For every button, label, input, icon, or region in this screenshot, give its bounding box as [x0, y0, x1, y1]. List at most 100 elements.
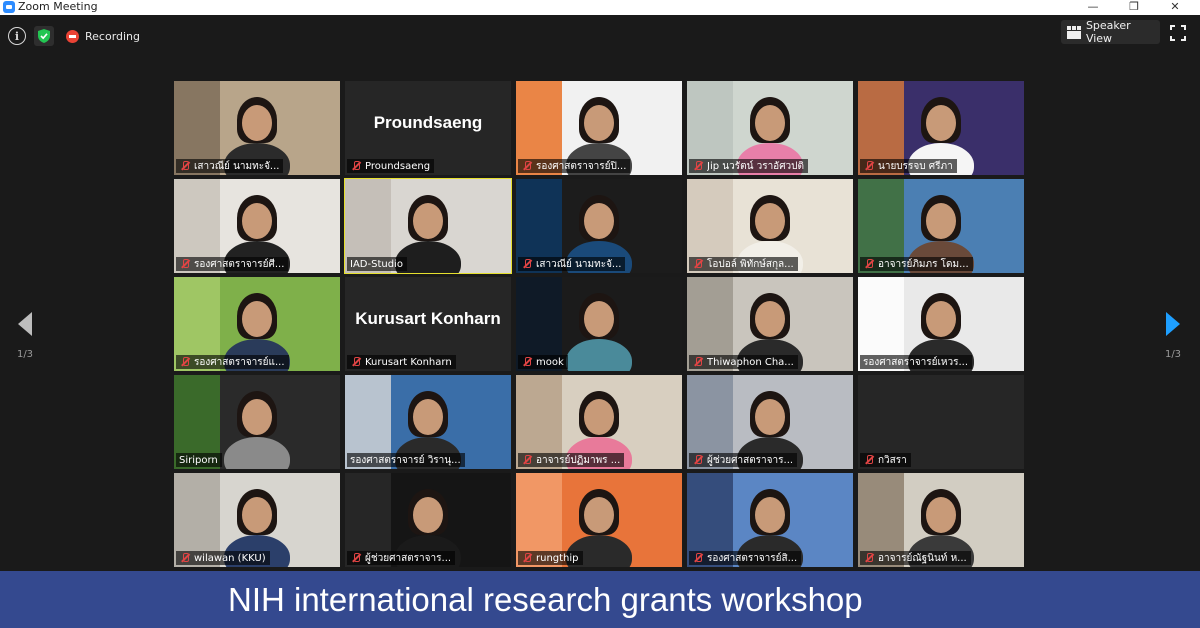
participant-tile[interactable]: Proundsaeng Proundsaeng [345, 81, 511, 175]
mic-muted-icon [179, 357, 191, 367]
participant-tile[interactable]: ผู้ช่วยศาสตราจาร... [687, 375, 853, 469]
participant-label: รองศาสตราจารย์เหวร... [860, 355, 973, 369]
mic-muted-icon [863, 455, 875, 465]
participant-label: Thiwaphon Cha... [689, 355, 798, 369]
participant-label: รองศาสตราจารย์ปิ... [518, 159, 631, 173]
participant-label: อาจารย์ปฏิมาพร ... [518, 453, 625, 467]
mic-muted-icon [863, 259, 875, 269]
participant-tile[interactable]: ผู้ช่วยศาสตราจาร... [345, 473, 511, 567]
participant-tile[interactable]: รองศาสตราจารย์แ... [174, 277, 340, 371]
mic-muted-icon [521, 357, 533, 367]
participant-label: ผู้ช่วยศาสตราจาร... [347, 551, 456, 565]
participant-tile[interactable]: รองศาสตราจารย์ศี... [174, 179, 340, 273]
participant-name: Kurusart Konharn [365, 356, 452, 368]
participant-label: โอปอล์ พิทักษ์สกุล... [689, 257, 798, 271]
mic-muted-icon [350, 553, 362, 563]
participant-name: รองศาสตราจารย์ปิ... [536, 160, 627, 172]
speaker-view-icon [1067, 26, 1081, 39]
participant-label: รองศาสตราจารย์สิ... [689, 551, 802, 565]
participant-tile[interactable]: นายบรรจบ ศรีภา [858, 81, 1024, 175]
participant-label: Siriporn [176, 453, 222, 467]
participant-label: กวิสรา [860, 453, 911, 467]
window-title: Zoom Meeting [18, 0, 98, 13]
participant-name: Siriporn [179, 454, 218, 466]
participant-tile[interactable]: อาจารย์ภิมภร โดม... [858, 179, 1024, 273]
participant-tile[interactable]: รองศาสตราจารย์ วิรานุ... [345, 375, 511, 469]
mic-muted-icon [350, 357, 362, 367]
restore-button[interactable]: ❐ [1114, 0, 1154, 15]
mic-muted-icon [350, 161, 362, 171]
participant-name: ผู้ช่วยศาสตราจาร... [707, 454, 794, 466]
participant-tile[interactable]: IAD-Studio [344, 178, 512, 274]
mic-muted-icon [521, 161, 533, 171]
participant-name: อาจารย์ณัฐนินท์ ห... [878, 552, 967, 564]
participant-tile[interactable]: กวิสรา [858, 375, 1024, 469]
participant-tile[interactable]: rungthip [516, 473, 682, 567]
participant-name: รองศาสตราจารย์แ... [194, 356, 285, 368]
minimize-button[interactable]: — [1073, 0, 1113, 15]
participant-tile[interactable]: รองศาสตราจารย์ปิ... [516, 81, 682, 175]
arrow-left-icon [18, 312, 32, 336]
meeting-status-bar: i Recording [8, 25, 140, 47]
participant-tile[interactable]: รองศาสตราจารย์สิ... [687, 473, 853, 567]
participant-tile[interactable]: เสาวณีย์ นามทะจั... [516, 179, 682, 273]
participant-name: Thiwaphon Cha... [707, 356, 794, 368]
participant-name: rungthip [536, 552, 579, 564]
participant-tile[interactable]: mook [516, 277, 682, 371]
participant-tile[interactable]: โอปอล์ พิทักษ์สกุล... [687, 179, 853, 273]
mic-muted-icon [692, 357, 704, 367]
participant-tile[interactable]: Jip นวรัตน์ วราอัศวปติ [687, 81, 853, 175]
participant-label: rungthip [518, 551, 583, 565]
participant-name: กวิสรา [878, 454, 907, 466]
participant-name: อาจารย์ภิมภร โดม... [878, 258, 969, 270]
participant-name: รองศาสตราจารย์สิ... [707, 552, 798, 564]
mic-muted-icon [521, 553, 533, 563]
title-bar: Zoom Meeting — ❐ ✕ [0, 0, 1200, 15]
previous-page-button[interactable]: 1/3 [14, 311, 36, 371]
mic-muted-icon [692, 161, 704, 171]
participant-name-display: Kurusart Konharn [355, 309, 501, 328]
mic-muted-icon [521, 455, 533, 465]
participant-tile[interactable]: เสาวณีย์ นามทะจั... [174, 81, 340, 175]
participant-tile[interactable]: wilawan (KKU) [174, 473, 340, 567]
banner-text: NIH international research grants worksh… [228, 580, 863, 618]
participant-name: เสาวณีย์ นามทะจั... [536, 258, 622, 270]
participant-label: รองศาสตราจารย์ศี... [176, 257, 289, 271]
participant-label: Kurusart Konharn [347, 355, 456, 369]
participant-label: ผู้ช่วยศาสตราจาร... [689, 453, 798, 467]
participant-tile[interactable]: Siriporn [174, 375, 340, 469]
participant-label: mook [518, 355, 568, 369]
close-button[interactable]: ✕ [1155, 0, 1195, 15]
page-indicator-right: 1/3 [1164, 349, 1182, 360]
next-page-button[interactable]: 1/3 [1162, 311, 1184, 371]
participant-name: wilawan (KKU) [194, 552, 266, 564]
participant-label: IAD-Studio [347, 257, 407, 271]
shield-icon[interactable] [34, 26, 54, 46]
participant-name: Proundsaeng [365, 160, 431, 172]
participant-tile[interactable]: Thiwaphon Cha... [687, 277, 853, 371]
mic-muted-icon [863, 553, 875, 563]
fullscreen-icon[interactable] [1170, 25, 1186, 41]
participant-tile[interactable]: อาจารย์ณัฐนินท์ ห... [858, 473, 1024, 567]
participant-tile[interactable]: รองศาสตราจารย์เหวร... [858, 277, 1024, 371]
participant-name: รองศาสตราจารย์เหวร... [863, 356, 969, 368]
participant-tile[interactable]: อาจารย์ปฏิมาพร ... [516, 375, 682, 469]
mic-muted-icon [521, 259, 533, 269]
participant-name: รองศาสตราจารย์ศี... [194, 258, 285, 270]
speaker-view-button[interactable]: Speaker View [1061, 19, 1160, 45]
participant-name: นายบรรจบ ศรีภา [878, 160, 953, 172]
mic-muted-icon [692, 553, 704, 563]
mic-muted-icon [863, 161, 875, 171]
participant-label: รองศาสตราจารย์ วิรานุ... [347, 453, 465, 467]
participant-label: Proundsaeng [347, 159, 435, 173]
mic-muted-icon [179, 161, 191, 171]
info-icon[interactable]: i [8, 27, 26, 45]
participant-name: IAD-Studio [350, 258, 403, 270]
participant-tile[interactable]: Kurusart Konharn Kurusart Konharn [345, 277, 511, 371]
recording-indicator[interactable]: Recording [66, 29, 140, 43]
participant-label: เสาวณีย์ นามทะจั... [176, 159, 284, 173]
page-indicator-left: 1/3 [16, 349, 34, 360]
mic-muted-icon [179, 553, 191, 563]
participant-name: อาจารย์ปฏิมาพร ... [536, 454, 621, 466]
zoom-app-icon [3, 1, 15, 13]
